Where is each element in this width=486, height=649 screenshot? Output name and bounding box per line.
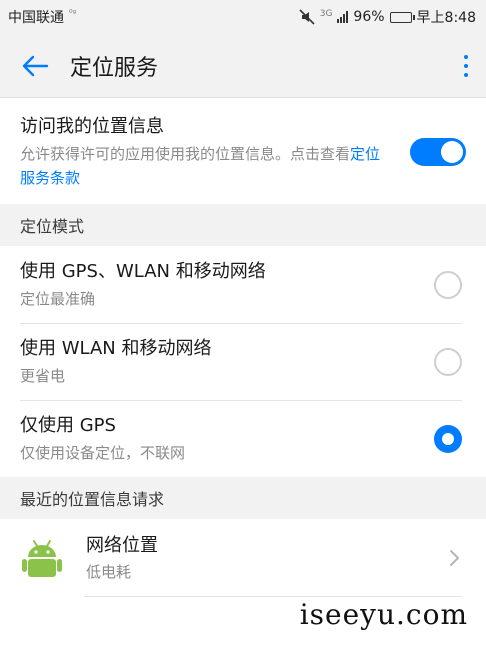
chevron-right-icon	[450, 550, 459, 566]
clock: 早上8:48	[416, 10, 476, 26]
recent-request-title: 网络位置	[86, 535, 158, 556]
signal-icon	[337, 11, 349, 23]
mode-option-title: 使用 WLAN 和移动网络	[20, 337, 212, 359]
recent-section-header: 最近的位置信息请求	[0, 477, 486, 519]
battery-percent: 96%	[353, 9, 385, 25]
mode-option-high-accuracy[interactable]: 使用 GPS、WLAN 和移动网络 定位最准确	[0, 246, 486, 323]
recent-request-item[interactable]: 网络位置 低电耗	[0, 519, 486, 597]
mode-radio-high-accuracy[interactable]	[434, 270, 462, 299]
mode-option-subtitle: 更省电	[20, 366, 66, 385]
network-type: 3G	[319, 9, 333, 19]
recent-request-subtitle: 低电耗	[86, 563, 132, 581]
mode-radio-gps-only[interactable]	[434, 424, 462, 453]
mode-option-title: 仅使用 GPS	[20, 414, 116, 436]
mode-option-title: 使用 GPS、WLAN 和移动网络	[20, 260, 266, 282]
location-access-desc: 允许获得许可的应用使用我的位置信息。点击查看定位服务条款	[20, 142, 394, 190]
mode-option-subtitle: 定位最准确	[20, 289, 96, 308]
more-dots-icon	[464, 54, 468, 59]
location-access-desc-text: 允许获得许可的应用使用我的位置信息。点击查看	[20, 145, 351, 163]
more-menu-button[interactable]	[446, 34, 486, 98]
status-bar: 中国联通 ⁰ᵍ 3G 96% 早上8:48	[0, 0, 486, 34]
toggle-knob	[441, 141, 463, 163]
mode-radio-battery-saving[interactable]	[434, 347, 462, 376]
page-title: 定位服务	[70, 55, 159, 81]
carrier-extra: ⁰ᵍ	[69, 9, 77, 19]
carrier-label: 中国联通	[8, 10, 64, 26]
android-icon	[22, 540, 62, 577]
arrow-left-icon	[22, 55, 49, 76]
battery-icon	[389, 11, 415, 23]
mode-option-battery-saving[interactable]: 使用 WLAN 和移动网络 更省电	[0, 323, 486, 400]
location-access-title: 访问我的位置信息	[20, 116, 164, 137]
watermark: iseeyu.com	[299, 598, 468, 631]
app-bar: 定位服务	[0, 34, 486, 98]
location-access-row[interactable]: 访问我的位置信息 允许获得许可的应用使用我的位置信息。点击查看定位服务条款	[0, 98, 486, 204]
back-button[interactable]	[0, 34, 70, 98]
mute-icon	[299, 9, 315, 25]
location-access-toggle[interactable]	[410, 138, 466, 166]
mode-option-subtitle: 仅使用设备定位，不联网	[20, 443, 186, 462]
mode-section-header: 定位模式	[0, 204, 486, 246]
mode-option-gps-only[interactable]: 仅使用 GPS 仅使用设备定位，不联网	[0, 400, 486, 477]
